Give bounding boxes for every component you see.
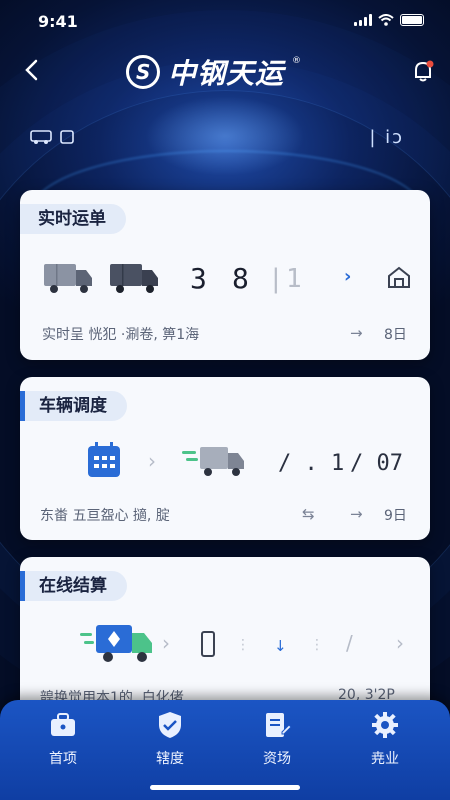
calendar-icon	[88, 442, 120, 477]
tab-dispatch[interactable]: 辖度	[125, 710, 215, 768]
divider: |	[268, 264, 284, 294]
swap-icon: ⇆	[302, 505, 315, 523]
tab-label: 辖度	[156, 751, 184, 767]
vehicle-dispatch-card[interactable]: 车辆调度 › / . 1 / 07 东畨 五亘盌心 擿, 腚 ⇆ → 9日	[20, 377, 430, 540]
notification-button[interactable]	[410, 58, 436, 84]
sub-toolbar-right[interactable]: | ı̇ɔ	[369, 127, 404, 148]
tab-label: 尭业	[371, 751, 399, 767]
battery-icon	[400, 14, 424, 26]
home-indicator	[150, 785, 300, 790]
wifi-icon	[378, 14, 394, 26]
card-meta: 9日	[384, 508, 407, 524]
settlement-truck-icon	[80, 625, 152, 662]
warehouse-icon[interactable]	[386, 264, 412, 290]
bus-icon[interactable]	[30, 129, 52, 145]
status-time: 9:41	[38, 12, 78, 31]
card-description: 东畨 五亘盌心 擿, 腚	[40, 508, 170, 524]
dispatch-value-b: / 07	[350, 451, 403, 476]
sub-toolbar-left	[30, 129, 74, 145]
truck-dark-icon	[110, 264, 158, 293]
tab-home[interactable]: 首项	[18, 710, 108, 768]
sub-toolbar: | ı̇ɔ	[0, 125, 450, 153]
card-title: 车辆调度	[20, 391, 127, 421]
waybill-count-c: 1	[286, 264, 302, 294]
chevron-right-icon[interactable]: ›	[396, 631, 404, 655]
app-header: 中钢天运 ®	[0, 48, 450, 92]
tab-resources[interactable]: 资场	[232, 710, 322, 768]
status-bar: 9:41	[0, 0, 450, 44]
phone-icon	[201, 631, 215, 657]
signal-icon	[354, 14, 372, 26]
arrow-right-icon: →	[350, 505, 363, 523]
separator-dots: ⋮	[310, 637, 324, 653]
chevron-right-icon[interactable]: ›	[344, 266, 351, 287]
card-title: 在线结算	[20, 571, 127, 601]
chevron-right-icon: ›	[162, 631, 170, 655]
truck-gray-icon	[44, 264, 92, 293]
back-button[interactable]	[18, 56, 46, 84]
card-description: 实时呈 恍犯 ·涮卷, 箅1海	[42, 327, 200, 343]
card-title: 实时运单	[20, 204, 126, 234]
tab-label: 资场	[263, 751, 291, 767]
dispatch-value-a: / . 1	[278, 451, 345, 476]
bell-icon	[415, 60, 434, 82]
waybill-count-b: 8	[232, 262, 249, 295]
brand-logo: 中钢天运 ®	[126, 52, 301, 92]
slash-divider: /	[346, 631, 353, 655]
tab-business[interactable]: 尭业	[340, 710, 430, 768]
registered-mark: ®	[292, 56, 302, 66]
logo-mark-icon	[126, 55, 160, 89]
document-edit-icon	[266, 713, 292, 737]
tab-label: 首项	[49, 751, 77, 767]
briefcase-icon	[51, 713, 75, 736]
separator-dots: ⋮	[236, 637, 250, 653]
card-icon[interactable]	[60, 129, 74, 145]
gear-icon	[372, 712, 398, 738]
chevron-left-icon	[25, 59, 38, 81]
realtime-waybill-card[interactable]: 实时运单 3 8 | 1 › 实时呈 恍犯 ·涮卷, 箅1海 → 8日	[20, 190, 430, 360]
app-screen: 9:41 中钢天运 ®	[0, 0, 450, 800]
fast-truck-icon	[182, 447, 244, 476]
chevron-right-icon: ›	[148, 449, 156, 473]
waybill-count-a: 3	[190, 262, 207, 295]
arrow-right-icon: →	[350, 324, 363, 342]
arrow-down-icon: ↓	[274, 637, 287, 655]
brand-name: 中钢天运	[168, 57, 285, 90]
shield-check-icon	[159, 712, 181, 738]
card-meta: 8日	[384, 327, 407, 343]
status-icons	[354, 14, 424, 26]
